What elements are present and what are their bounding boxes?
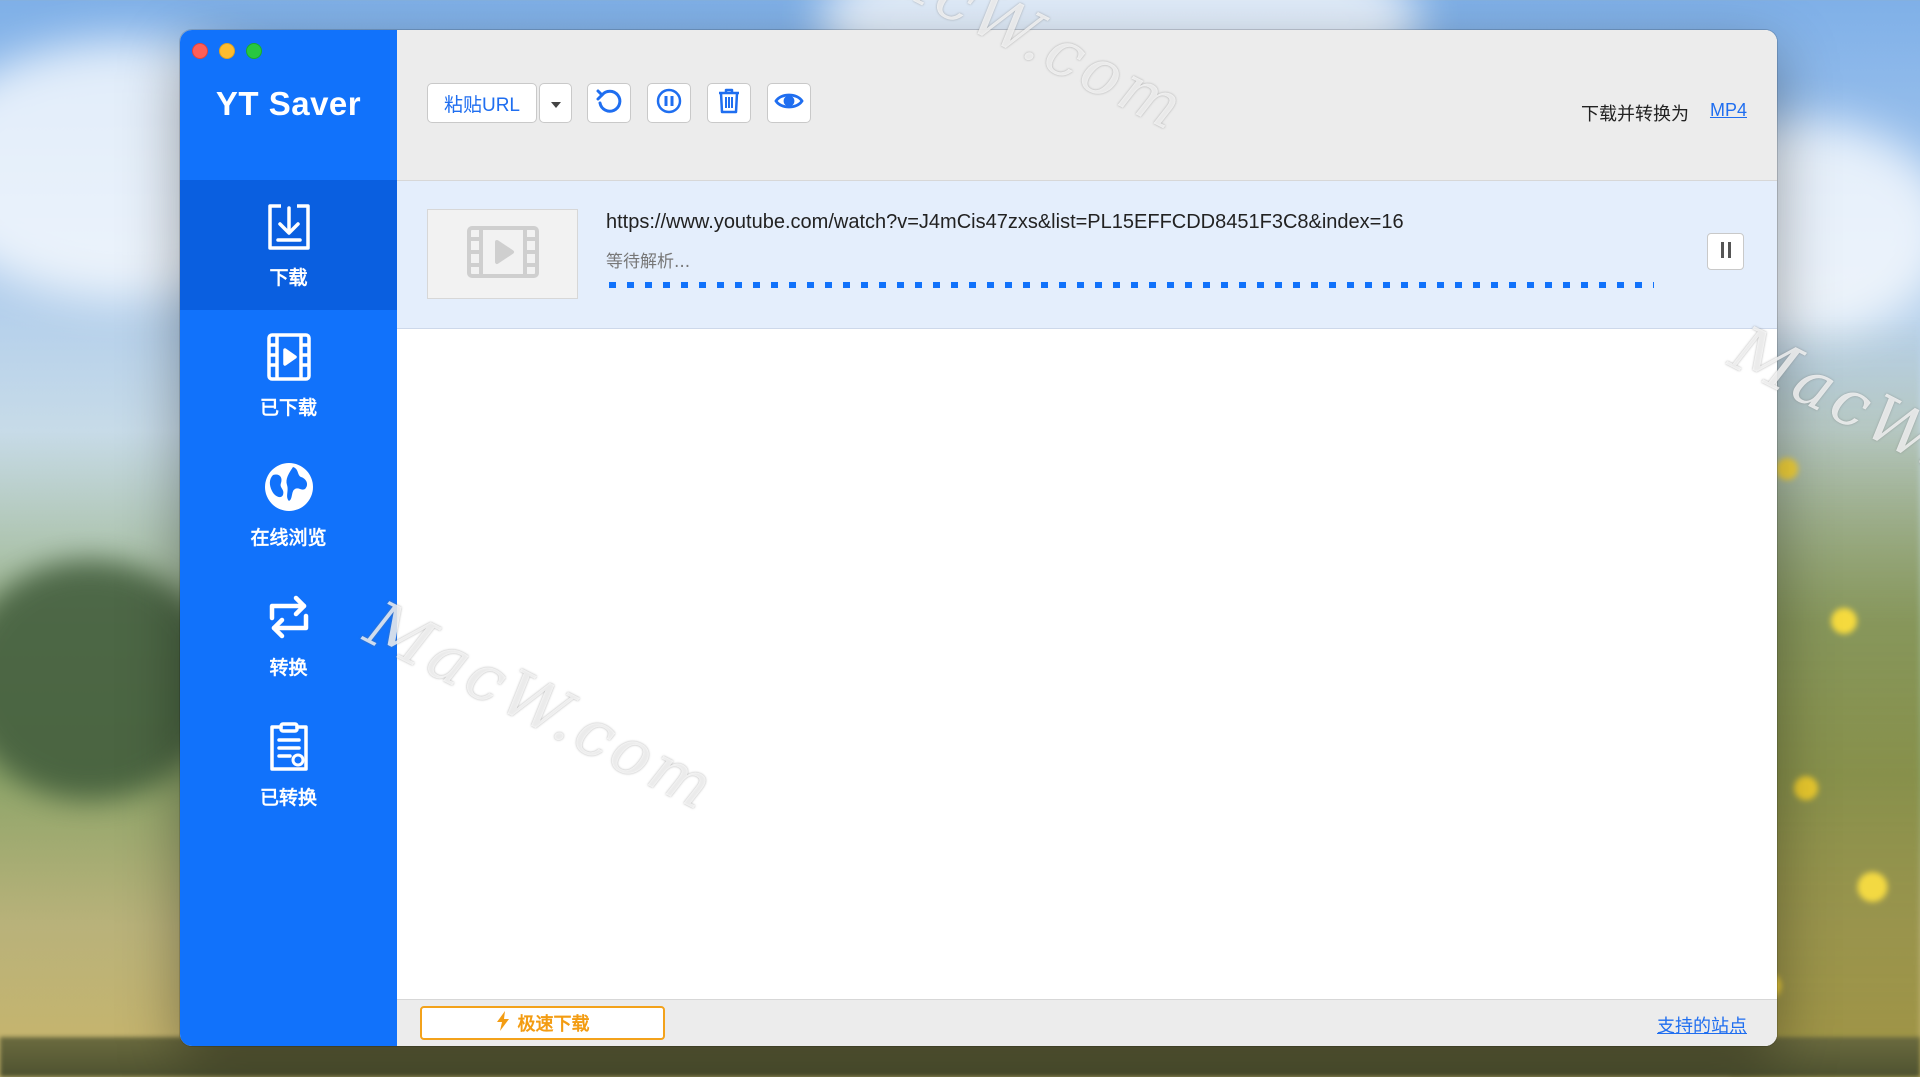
sidebar-item-label: 下载 (269, 266, 308, 289)
sidebar-nav: 下载 已下载 在线浏览 转换 已转换 (180, 180, 397, 830)
bottom-bar: 极速下载 支持的站点 (397, 999, 1777, 1046)
convert-to-label: 下载并转换为 (1581, 104, 1689, 125)
paste-url-button[interactable]: 粘贴URL (427, 83, 537, 123)
pause-icon (1718, 241, 1734, 263)
delete-button[interactable] (707, 83, 751, 123)
main-panel: 粘贴URL 下载并转换为 MP4 https://www.youtube.com… (397, 30, 1777, 1046)
paste-url-dropdown[interactable] (539, 83, 572, 123)
download-icon (263, 201, 315, 253)
close-window-button[interactable] (192, 43, 208, 59)
sidebar-item-download[interactable]: 下载 (180, 180, 397, 310)
sidebar-item-label: 转换 (269, 656, 308, 679)
sidebar-item-converted[interactable]: 已转换 (180, 700, 397, 830)
dropdown-arrow-icon (550, 94, 562, 113)
sidebar-item-label: 已转换 (259, 786, 317, 809)
sidebar: YT Saver 下载 已下载 在线浏览 转换 已转换 (180, 30, 397, 1046)
convert-icon (263, 591, 315, 643)
trash-icon (716, 87, 742, 119)
toolbar: 粘贴URL 下载并转换为 MP4 (397, 30, 1777, 181)
refresh-button[interactable] (587, 83, 631, 123)
task-status: 等待解析... (606, 252, 691, 272)
supported-sites-link[interactable]: 支持的站点 (1657, 1012, 1747, 1038)
sidebar-item-label: 在线浏览 (250, 526, 327, 549)
app-window: YT Saver 下载 已下载 在线浏览 转换 已转换 粘贴URL 下载并转换为… (180, 30, 1777, 1046)
sidebar-item-browse[interactable]: 在线浏览 (180, 440, 397, 570)
refresh-icon (595, 87, 623, 119)
app-title: YT Saver (215, 85, 362, 122)
pause-all-icon (655, 87, 683, 119)
eye-icon (774, 90, 804, 116)
fast-download-label: 极速下载 (517, 1014, 590, 1035)
task-pause-button[interactable] (1707, 233, 1744, 270)
task-progress-indicator (609, 282, 1654, 288)
globe-icon (263, 461, 315, 513)
fast-download-button[interactable]: 极速下载 (420, 1006, 665, 1040)
film-icon (263, 331, 315, 383)
zoom-window-button[interactable] (246, 43, 262, 59)
sidebar-item-downloaded[interactable]: 已下载 (180, 310, 397, 440)
minimize-window-button[interactable] (219, 43, 235, 59)
download-task-row[interactable]: https://www.youtube.com/watch?v=J4mCis47… (397, 181, 1777, 329)
converted-list-icon (263, 721, 315, 773)
convert-format-link[interactable]: MP4 (1710, 100, 1747, 121)
preview-button[interactable] (767, 83, 811, 123)
sidebar-item-label: 已下载 (259, 396, 317, 419)
sidebar-item-convert[interactable]: 转换 (180, 570, 397, 700)
video-placeholder-icon (466, 225, 540, 283)
task-url: https://www.youtube.com/watch?v=J4mCis47… (606, 211, 1404, 233)
window-controls (192, 43, 262, 59)
pause-all-button[interactable] (647, 83, 691, 123)
lightning-icon (496, 1010, 510, 1036)
task-thumbnail (427, 209, 578, 299)
